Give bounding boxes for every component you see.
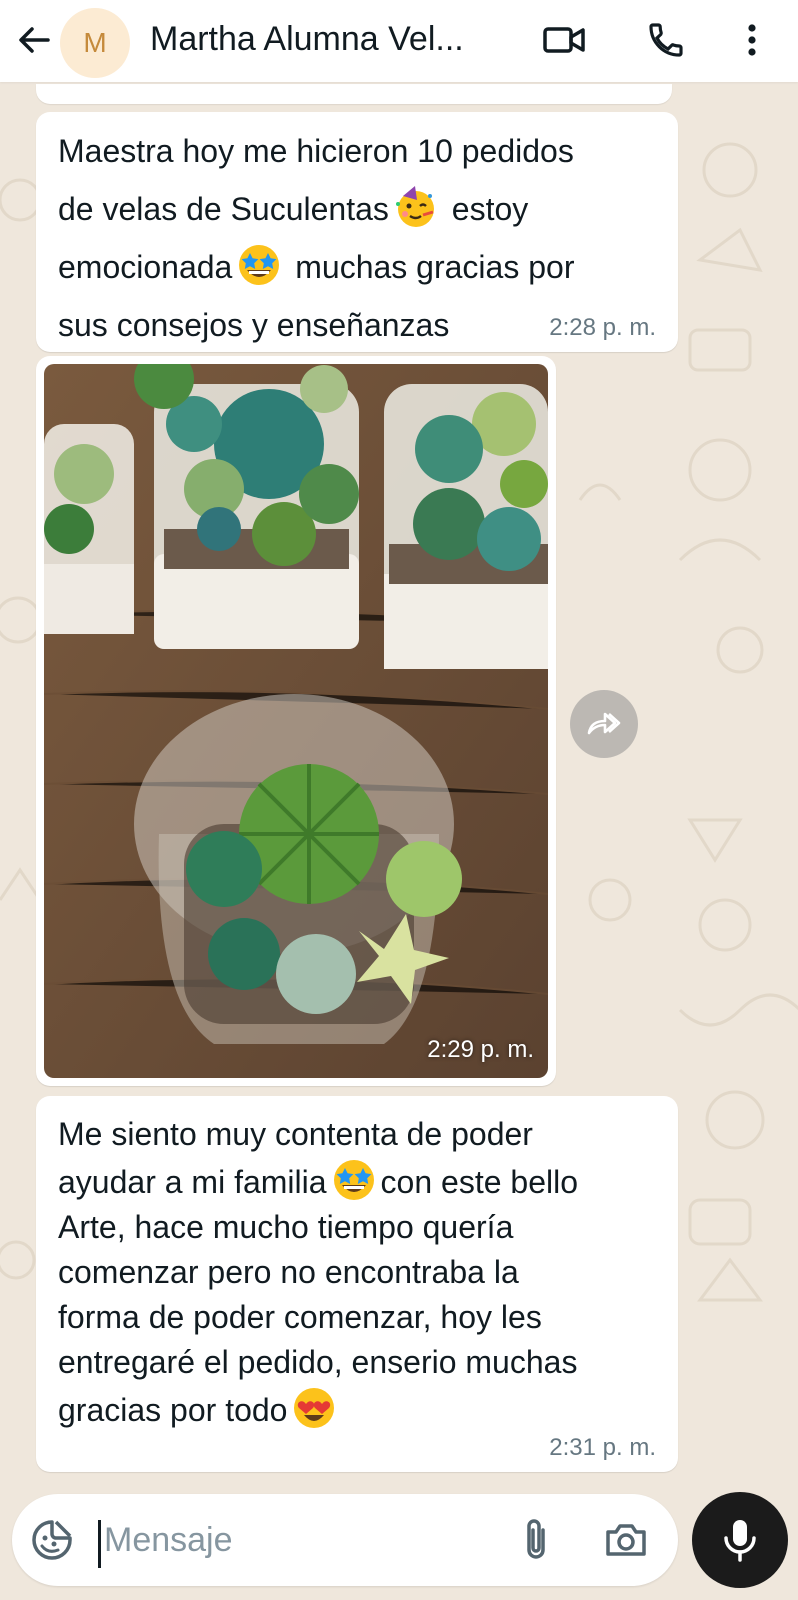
partying-face-emoji xyxy=(395,186,434,227)
previous-message-bubble xyxy=(36,84,672,104)
star-struck-emoji xyxy=(333,1160,374,1200)
message-bubble[interactable]: Maestra hoy me hicieron 10 pedidos de ve… xyxy=(36,112,678,352)
attach-button[interactable] xyxy=(512,1516,560,1564)
back-arrow-icon xyxy=(19,27,50,53)
camera-icon xyxy=(606,1524,646,1556)
voice-message-button[interactable] xyxy=(692,1492,788,1588)
video-call-button[interactable] xyxy=(540,16,588,64)
more-vert-icon xyxy=(748,24,756,56)
more-options-button[interactable] xyxy=(728,16,776,64)
phone-icon xyxy=(649,23,683,57)
video-call-icon xyxy=(543,27,585,53)
image-time: 2:29 p. m. xyxy=(427,1036,534,1063)
star-struck-emoji xyxy=(239,245,280,285)
sticker-icon xyxy=(32,1520,72,1560)
chat-header: M Martha Alumna Vel... xyxy=(0,0,798,82)
message-input[interactable] xyxy=(104,1510,484,1570)
camera-button[interactable] xyxy=(602,1516,650,1564)
image-message-bubble[interactable]: 2:29 p. m. xyxy=(36,356,556,1086)
forward-icon xyxy=(587,712,621,735)
avatar-letter: M xyxy=(83,27,107,58)
message-time: 2:28 p. m. xyxy=(549,314,656,341)
back-button[interactable] xyxy=(10,16,58,64)
message-composer xyxy=(12,1494,678,1586)
heart-eyes-emoji xyxy=(294,1388,335,1428)
message-bubble[interactable]: Me siento muy contenta de poder ayudar a… xyxy=(36,1096,678,1472)
mic-icon xyxy=(724,1520,756,1562)
attach-icon xyxy=(527,1519,545,1559)
message-time: 2:31 p. m. xyxy=(549,1434,656,1461)
message-text: Me siento muy contenta de poder ayudar a… xyxy=(58,1112,578,1433)
succulent-candles-photo[interactable] xyxy=(44,364,548,1078)
voice-call-button[interactable] xyxy=(642,16,690,64)
contact-name[interactable]: Martha Alumna Vel... xyxy=(150,20,520,59)
message-text: Maestra hoy me hicieron 10 pedidos de ve… xyxy=(58,122,574,354)
forward-button[interactable] xyxy=(570,690,638,758)
text-cursor xyxy=(98,1520,101,1568)
avatar[interactable]: M xyxy=(60,8,130,78)
sticker-button[interactable] xyxy=(28,1516,76,1564)
